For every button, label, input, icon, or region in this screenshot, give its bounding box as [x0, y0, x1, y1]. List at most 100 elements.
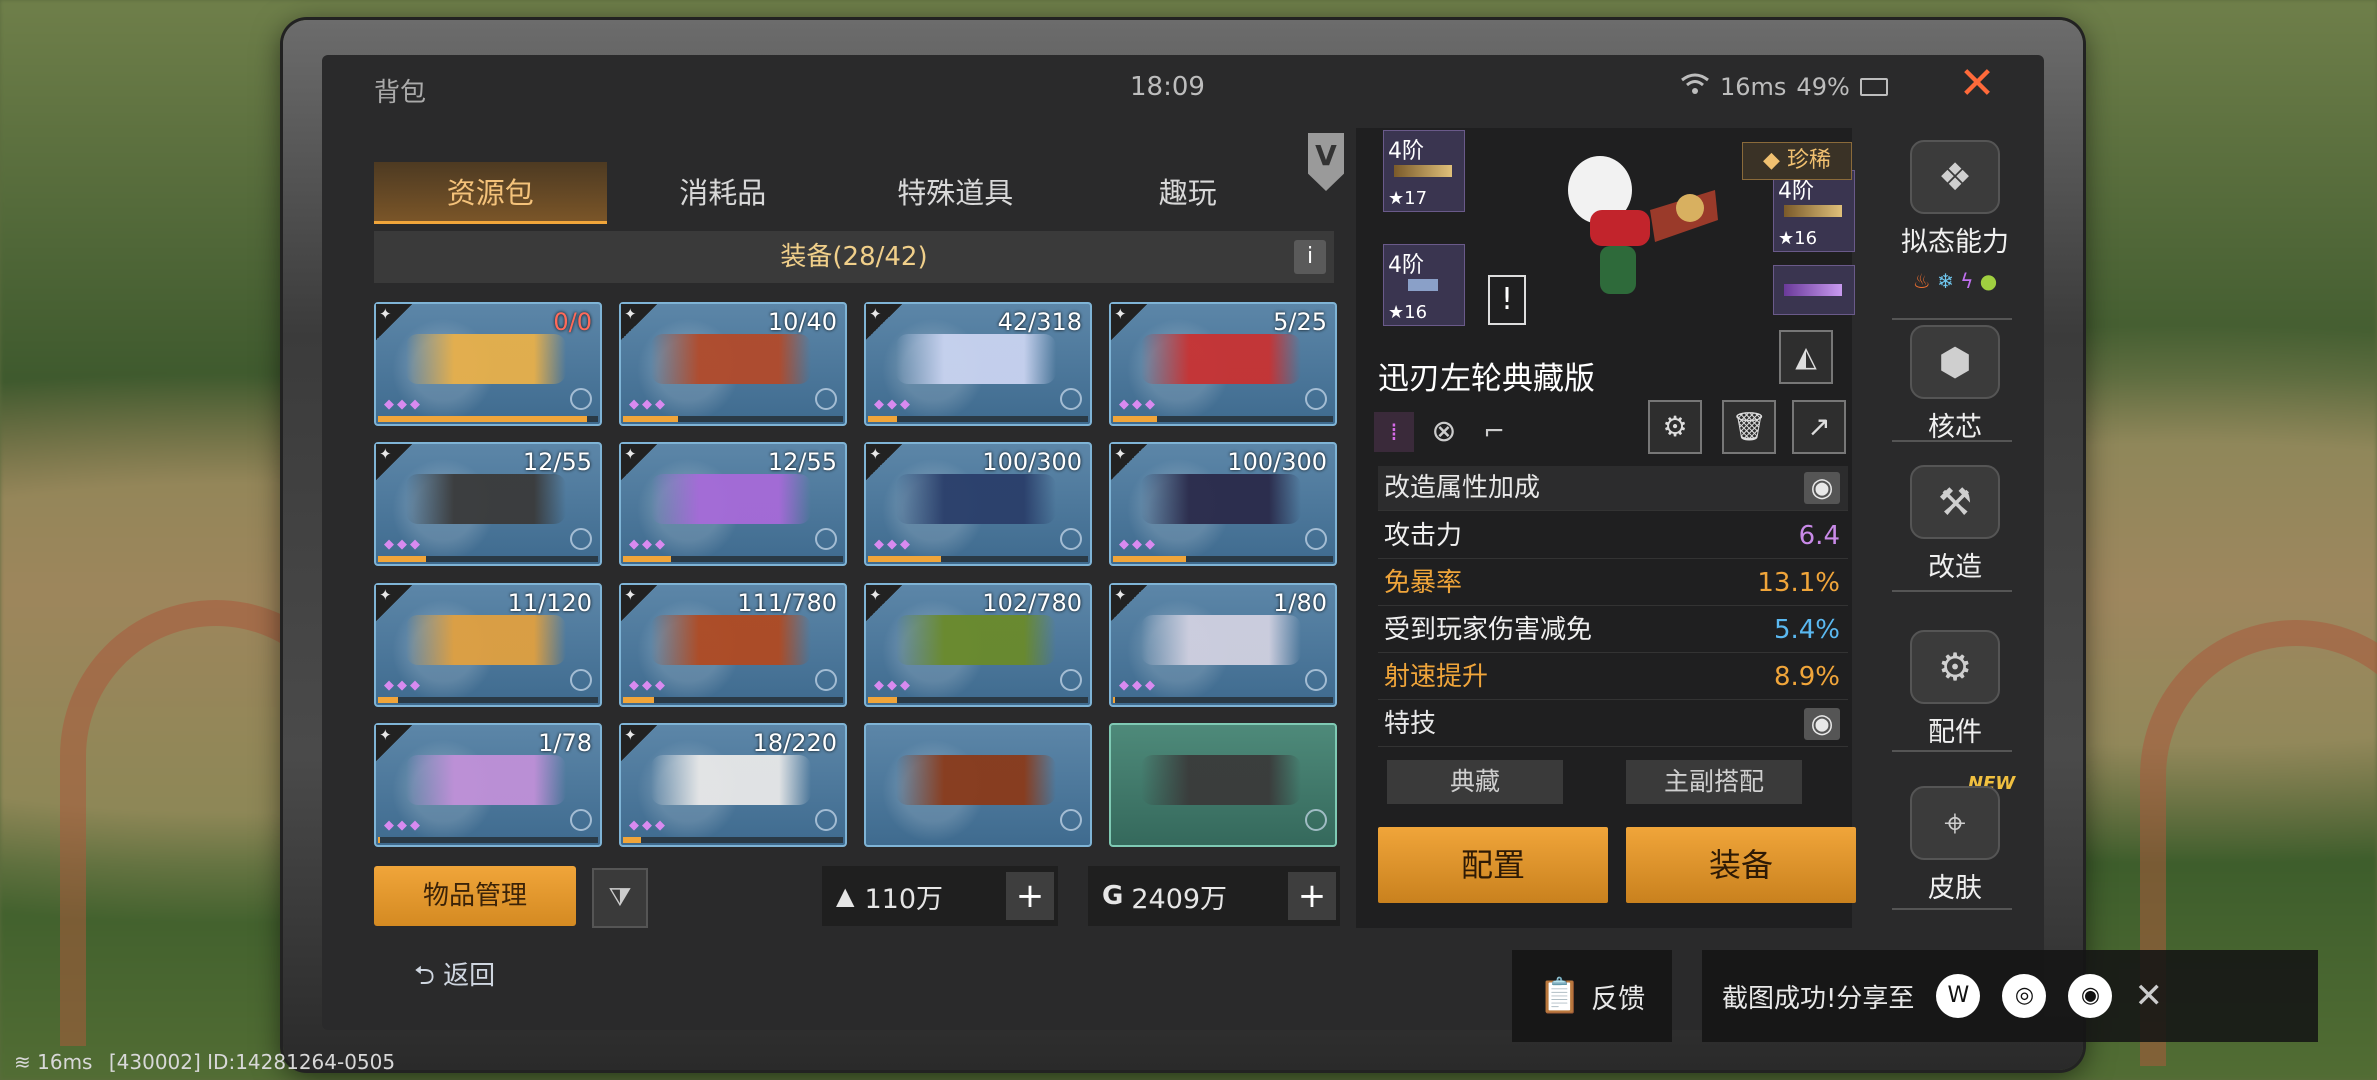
weapon-type-icon: [1060, 668, 1082, 691]
ice-icon: ❄: [1937, 269, 1954, 293]
progress-bar: [1113, 416, 1333, 422]
main-sub-match-button[interactable]: 主副搭配: [1626, 760, 1802, 804]
weapon-type-icon: [1305, 668, 1327, 691]
settings-gear-icon[interactable]: ⚙: [1648, 400, 1702, 454]
progress-bar: [623, 556, 843, 563]
grade-dots: ◆◆◆: [874, 677, 913, 693]
nav-skin[interactable]: ⌖ 皮肤: [1885, 786, 2025, 905]
divider: [1892, 750, 2012, 752]
item-card[interactable]: ✦ 111/780 ◆◆◆: [619, 582, 847, 707]
warning-icon[interactable]: !: [1488, 275, 1526, 325]
nav-parts[interactable]: ⚙ 配件: [1885, 630, 2025, 749]
rarity-corner-icon: ✦: [376, 444, 412, 481]
progress-bar: [378, 696, 598, 703]
item-card[interactable]: ✦ 1/80 ◆◆◆: [1109, 582, 1337, 707]
stat-row: 受到玩家伤害减免 5.4%: [1378, 608, 1848, 653]
item-card[interactable]: ✦ 42/318 ◆◆◆: [864, 302, 1092, 426]
item-card[interactable]: ✦ 100/300 ◆◆◆: [1109, 442, 1337, 567]
nav-mimic-ability[interactable]: ❖ 拟态能力 ♨ ❄ ϟ ●: [1885, 140, 2025, 293]
tab-special-items[interactable]: 特殊道具: [839, 162, 1072, 224]
close-share-icon[interactable]: ✕: [2134, 976, 2163, 1016]
item-card[interactable]: ✦ 12/55 ◆◆◆: [374, 442, 602, 567]
weapon-type-icon: [570, 668, 592, 691]
nav-label: 拟态能力: [1901, 227, 2009, 258]
weapon-type-icon: [570, 528, 592, 551]
weapon-type-icon: [570, 388, 592, 410]
pistol-icon: ⌐: [1483, 417, 1505, 447]
eye-icon[interactable]: ◉: [1804, 472, 1840, 504]
gem-icon[interactable]: ◭: [1779, 330, 1833, 384]
equip-button[interactable]: 装备: [1626, 827, 1856, 903]
divider: [1892, 908, 2012, 910]
progress-bar: [623, 696, 843, 703]
eye-icon[interactable]: ◉: [1804, 708, 1840, 740]
rarity-label: 珍稀: [1786, 148, 1831, 173]
nav-core[interactable]: ⬢ 核芯: [1885, 325, 2025, 444]
tab-resource-pack[interactable]: 资源包: [374, 162, 607, 224]
configure-button[interactable]: 配置: [1378, 827, 1608, 903]
feedback-button[interactable]: 📋 反馈: [1512, 950, 1672, 1042]
filter-icon[interactable]: ⧩: [592, 868, 648, 928]
item-card[interactable]: ✦ 12/55 ◆◆◆: [619, 442, 847, 567]
modify-icon: ⚒: [1910, 465, 2000, 539]
wifi-small-icon: ≋: [14, 1050, 31, 1074]
camera-shutter-icon[interactable]: ◉: [2068, 974, 2113, 1018]
upgrade-slot[interactable]: 4阶 ★16: [1773, 170, 1855, 252]
nav-label: 改造: [1928, 552, 1982, 583]
share-icon[interactable]: ↗: [1792, 400, 1846, 454]
item-card[interactable]: ✦ 5/25 ◆◆◆: [1109, 302, 1337, 426]
weibo-icon[interactable]: W: [1936, 974, 1981, 1018]
status-latency: 16ms: [37, 1050, 93, 1074]
nav-label: 皮肤: [1928, 873, 1982, 904]
item-card[interactable]: ✦ 1/78 ◆◆◆: [374, 722, 602, 847]
gold-currency: ▲ 110万 +: [822, 866, 1058, 926]
tab-fun[interactable]: 趣玩: [1072, 162, 1305, 224]
weapon-type-icon: [815, 808, 837, 831]
item-card[interactable]: ✦ 10/40 ◆◆◆: [619, 302, 847, 426]
special-skill-row: 特技 ◉: [1378, 702, 1848, 747]
attachment-slot[interactable]: [1773, 265, 1855, 315]
wechat-icon[interactable]: ◎: [2002, 974, 2047, 1018]
upgrade-slot[interactable]: 4阶 ★16: [1383, 244, 1465, 326]
weapon-type-icon: [1060, 808, 1082, 831]
weapon-name: 迅刃左轮典藏版: [1378, 361, 1595, 397]
nav-label: 核芯: [1928, 412, 1982, 443]
tab-consumables[interactable]: 消耗品: [607, 162, 840, 224]
return-label: 返回: [443, 961, 496, 991]
item-card[interactable]: ✦ 0/0 ◆◆◆: [374, 302, 602, 426]
star-level: ★16: [1778, 228, 1818, 249]
info-icon[interactable]: i: [1294, 240, 1326, 274]
weapon-thumbnail: [896, 614, 1056, 665]
clipboard-icon: 📋: [1538, 976, 1582, 1016]
item-card[interactable]: ✦ 18/220 ◆◆◆: [619, 722, 847, 847]
collection-button[interactable]: 典藏: [1387, 760, 1563, 804]
progress-bar: [623, 416, 843, 422]
weapon-thumbnail: [896, 474, 1056, 525]
add-gold-button[interactable]: +: [1006, 872, 1054, 920]
stat-row: 攻击力 6.4: [1378, 514, 1848, 559]
weapon-thumbnail: [1141, 334, 1301, 384]
item-card[interactable]: ✦ 102/780 ◆◆◆: [864, 582, 1092, 707]
nav-modify[interactable]: ⚒ 改造: [1885, 465, 2025, 584]
mimic-icon: ❖: [1910, 140, 2000, 214]
trash-icon[interactable]: 🗑: [1722, 400, 1776, 454]
add-coin-button[interactable]: +: [1288, 872, 1336, 920]
divider: [1892, 318, 2012, 320]
star-level: ★16: [1388, 302, 1428, 323]
upgrade-slot[interactable]: 4阶 ★17: [1383, 130, 1465, 212]
item-card[interactable]: ✦ 100/300 ◆◆◆: [864, 442, 1092, 567]
part-thumbnail: [1394, 165, 1452, 177]
tier-label: 4阶: [1388, 253, 1424, 278]
item-count: 11/120: [507, 588, 592, 617]
item-management-button[interactable]: 物品管理: [374, 866, 576, 926]
close-icon[interactable]: ✕: [1955, 62, 1999, 106]
weapon-thumbnail: [896, 334, 1056, 384]
item-card[interactable]: [864, 722, 1092, 847]
grade-dots: ◆◆◆: [1119, 397, 1158, 412]
progress-bar: [868, 416, 1088, 422]
item-card[interactable]: [1109, 722, 1337, 847]
weapon-type-icon: [815, 388, 837, 410]
equipment-count-header: 装备(28/42): [374, 231, 1334, 283]
return-button[interactable]: ⮌ 返回: [414, 955, 495, 1001]
item-card[interactable]: ✦ 11/120 ◆◆◆: [374, 582, 602, 707]
